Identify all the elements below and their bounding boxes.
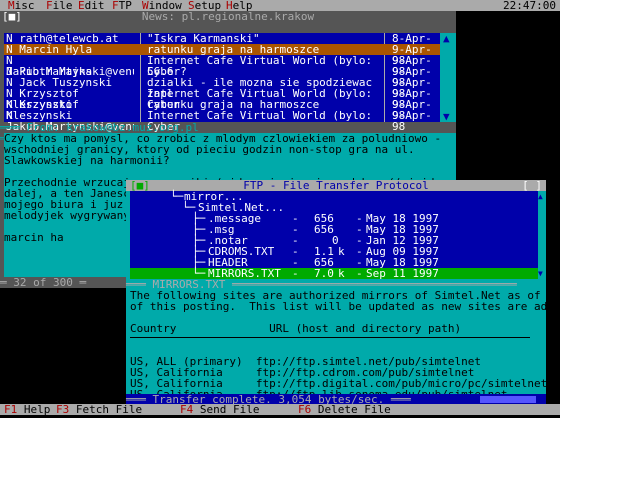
article-row-selected[interactable]: N Marcin Hyla ratunku graja na harmoszce… [4,44,440,66]
scroll-down-arrow-icon[interactable]: ▼ [538,268,543,279]
body-line: marcin ha [4,231,64,244]
fkey-send-file[interactable]: F4 Send File [180,404,259,415]
menu-file[interactable]: File [46,0,73,11]
menu-edit[interactable]: Edit [78,0,105,11]
news-window-title[interactable]: [■] News: pl.regionalne.krakow [0,11,456,22]
dos-screen: Misc File Edit FTP Window Setup Help 22:… [0,0,560,418]
ftp-directory-tree[interactable]: └─ mirror... └─ Simtel.Net... ├─ .message -6… [130,191,546,279]
scroll-down-arrow-icon[interactable]: ▼ [443,111,450,122]
body-line: melodyjek wygrywanych [4,209,144,222]
window-maximize-icon[interactable]: [ ] [522,180,542,191]
window-close-icon[interactable]: [■] [2,11,22,22]
article-row[interactable]: N Krzysztof Kleszynski Internet Cafe Vir… [4,88,440,110]
body-line: Slawkowskiej na harmonii? [4,154,170,167]
article-row[interactable]: N Krzysztof Kleszynski ratunku graja na … [4,99,440,121]
body-line: Country URL (host and directory path) [130,322,462,335]
article-row[interactable]: N Jack Tuszynski dzialki - ile mozna sie… [4,77,440,99]
article-row[interactable]: N Piotr Majka 56.6 ? 9-Apr-98 [4,66,440,88]
fkey-help[interactable]: F1 Help [4,404,50,415]
article-row[interactable]: N Jakub.Martynski@venu Internet Cafe Vir… [4,110,440,132]
article-row[interactable]: N Jakub.Martynski@venu Internet Cafe Vir… [4,55,440,77]
ftp-file-viewer[interactable]: The following sites are authorized mirro… [130,290,560,400]
ftp-window[interactable]: [■] FTP - File Transfer Protocol [ ] └─ m… [126,180,560,405]
function-key-bar: F1 Help F3 Fetch File F4 Send File F6 De… [0,404,560,415]
transfer-progress-bar [480,396,536,403]
fkey-fetch-file[interactable]: F3 Fetch File [56,404,142,415]
ftp-tree-scrollbar[interactable]: ▲ ▼ [538,191,546,279]
article-row[interactable]: N rath@telewcb.at "Iskra Karmanski" 8-Ap… [4,33,440,55]
header-rule [130,337,530,338]
menu-ftp[interactable]: FTP [112,0,132,11]
scroll-up-arrow-icon[interactable]: ▲ [443,33,450,44]
body-line: of this posting. This list will be updat… [130,300,560,313]
clock: 22:47:00 [503,0,556,12]
article-counter: 32 of 300 [13,276,73,289]
fkey-delete-file[interactable]: F6 Delete File [298,404,391,415]
scroll-up-arrow-icon[interactable]: ▲ [538,191,543,202]
news-list-scrollbar[interactable]: ▲ ▼ [440,33,456,122]
news-article-list[interactable]: N rath@telewcb.at "Iskra Karmanski" 8-Ap… [4,33,456,132]
